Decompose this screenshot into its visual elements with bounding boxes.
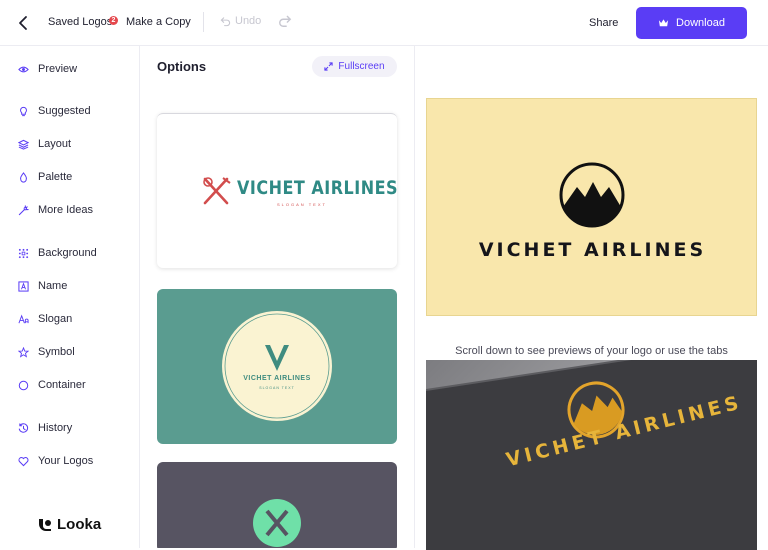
looka-mark-icon [39,518,51,531]
droplet-icon [20,171,27,183]
circle-icon [18,380,29,390]
redo-icon[interactable] [278,14,292,28]
logo-preview-artwork [559,162,625,228]
logo-option-card-1[interactable]: VICHET AIRLINES SLOGAN TEXT [157,113,397,268]
magic-wand-icon [18,204,29,215]
left-sidebar: Preview Suggested Layout Palette More Id… [0,46,140,548]
fullscreen-label: Fullscreen [338,61,385,72]
logo-option-2-name: VICHET AIRLINES [243,375,311,382]
undo-icon [220,16,231,26]
header-divider [203,12,204,32]
sidebar-item-slogan[interactable]: Slogan [18,313,72,325]
sidebar-item-name[interactable]: Name [18,280,67,292]
download-button[interactable]: Download [636,7,747,39]
history-icon [18,422,29,433]
eye-icon [18,66,29,72]
sidebar-item-label: Container [38,379,86,391]
sidebar-item-layout[interactable]: Layout [18,138,71,150]
sidebar-item-label: History [38,422,73,434]
business-card-mockup: VICHET AIRLINES [426,360,757,550]
logo-option-2-badge [222,311,332,421]
scroll-hint: Scroll down to see previews of your logo… [455,345,728,357]
download-label: Download [676,17,725,29]
saved-logos-link[interactable]: Saved Logos [48,16,112,28]
utensils-icon [203,177,231,205]
options-panel: Options Fullscreen VICHET AIRLINES SLOGA… [141,46,415,548]
logo-option-card-2[interactable]: VICHET AIRLINES SLOGAN TEXT [157,289,397,444]
sidebar-item-container[interactable]: Container [18,379,86,391]
sidebar-item-label: Layout [38,138,72,150]
sidebar-item-label: Palette [38,171,73,183]
logo-option-2-slogan: SLOGAN TEXT [259,386,295,390]
sidebar-item-label: Name [38,280,68,292]
sidebar-item-palette[interactable]: Palette [18,171,72,183]
sidebar-item-preview[interactable]: Preview [18,63,77,75]
looka-wordmark: Looka [57,516,102,533]
sidebar-item-symbol[interactable]: Symbol [18,346,75,358]
sidebar-item-label: Background [38,247,97,259]
lightbulb-icon [20,106,27,116]
sidebar-item-label: Your Logos [38,455,94,467]
letter-box-icon [18,280,29,292]
grid-dots-icon [18,248,29,258]
sidebar-item-label: Symbol [38,346,75,358]
logo-option-1-slogan: SLOGAN TEXT [277,202,327,207]
fullscreen-button[interactable]: Fullscreen [312,56,397,77]
logo-option-3-symbol [253,499,301,547]
sidebar-item-background[interactable]: Background [18,247,97,259]
share-button[interactable]: Share [589,17,618,29]
crown-icon [658,19,669,27]
star-icon [18,346,29,358]
sidebar-item-your-logos[interactable]: Your Logos [18,455,93,467]
sidebar-item-label: More Ideas [38,204,94,216]
layers-icon [18,139,29,150]
sidebar-item-history[interactable]: History [18,422,72,434]
mockup-artwork [426,360,757,550]
sidebar-item-label: Preview [38,63,78,75]
logo-option-card-3[interactable] [157,462,397,548]
sidebar-item-more-ideas[interactable]: More Ideas [18,204,93,216]
options-title: Options [157,59,207,74]
looka-logo[interactable]: Looka [38,516,101,533]
undo-label: Undo [235,15,262,27]
back-arrow-icon[interactable] [16,13,32,33]
make-copy-button[interactable]: Make a Copy [126,16,191,28]
sidebar-item-label: Slogan [38,313,73,325]
heart-icon [18,456,29,466]
preview-pane: VICHET AIRLINES Scroll down to see previ… [416,46,768,550]
sidebar-item-suggested[interactable]: Suggested [18,105,91,117]
undo-button[interactable]: Undo [220,15,261,27]
mountain-emblem-icon [559,162,625,228]
logo-preview-card[interactable]: VICHET AIRLINES [426,98,757,316]
logo-preview-name: VICHET AIRLINES [478,239,707,261]
top-bar: Saved Logos 2 Make a Copy Undo Share Dow… [0,0,768,46]
saved-count-badge: 2 [109,16,118,25]
logo-option-1-name: VICHET AIRLINES [237,176,397,199]
text-aa-icon [18,314,29,323]
expand-icon [324,62,334,71]
sidebar-item-label: Suggested [38,105,91,117]
